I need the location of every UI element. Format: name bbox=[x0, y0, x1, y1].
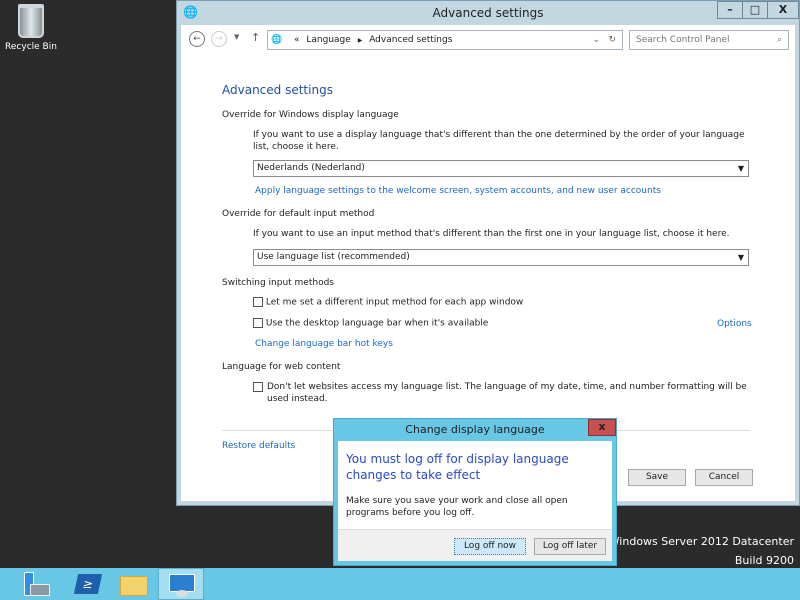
server-manager-icon[interactable] bbox=[14, 568, 60, 600]
checkbox[interactable] bbox=[253, 318, 263, 328]
select-value: Use language list (recommended) bbox=[257, 252, 410, 262]
recycle-bin-label: Recycle Bin bbox=[5, 42, 57, 52]
save-button[interactable]: Save bbox=[628, 469, 686, 486]
dialog-title: Change display language bbox=[405, 423, 545, 436]
log-off-now-button[interactable]: Log off now bbox=[454, 538, 526, 555]
input-method-desc: If you want to use an input method that'… bbox=[253, 229, 730, 239]
change-display-language-dialog: Change display language x You must log o… bbox=[333, 418, 617, 566]
dialog-close-button[interactable]: x bbox=[588, 419, 616, 436]
cancel-button[interactable]: Cancel bbox=[695, 469, 753, 486]
desktop-language-bar-option[interactable]: Use the desktop language bar when it's a… bbox=[253, 318, 488, 329]
minimize-button[interactable]: – bbox=[717, 1, 743, 19]
hot-keys-link[interactable]: Change language bar hot keys bbox=[255, 339, 393, 349]
window-title: Advanced settings bbox=[432, 6, 544, 20]
display-language-desc: If you want to use a display language th… bbox=[253, 130, 745, 152]
restore-defaults-link[interactable]: Restore defaults bbox=[222, 441, 295, 451]
search-placeholder: Search Control Panel bbox=[636, 35, 730, 45]
maximize-button[interactable]: □ bbox=[742, 1, 768, 19]
web-content-option[interactable]: Don't let websites access my language li… bbox=[253, 381, 753, 405]
refresh-icon[interactable]: ↻ bbox=[608, 31, 616, 49]
per-app-input-option[interactable]: Let me set a different input method for … bbox=[253, 297, 523, 308]
taskbar: ≥ bbox=[0, 568, 800, 600]
chevron-down-icon: ▼ bbox=[737, 164, 744, 173]
forward-button[interactable]: → bbox=[211, 31, 227, 47]
apply-welcome-screen-link[interactable]: Apply language settings to the welcome s… bbox=[255, 186, 661, 196]
checkbox[interactable] bbox=[253, 297, 263, 307]
recycle-bin-icon bbox=[18, 4, 44, 38]
page-title: Advanced settings bbox=[222, 83, 333, 97]
address-dropdown-icon[interactable]: ⌄ bbox=[592, 31, 600, 49]
option-label: Use the desktop language bar when it's a… bbox=[265, 318, 489, 329]
address-bar[interactable]: 🌐 « Language ▶ Advanced settings ⌄ ↻ bbox=[267, 30, 623, 50]
dialog-body: You must log off for display language ch… bbox=[338, 441, 612, 561]
options-link[interactable]: Options bbox=[717, 319, 752, 329]
option-label: Don't let websites access my language li… bbox=[267, 382, 747, 404]
dialog-heading: You must log off for display language ch… bbox=[346, 452, 569, 482]
input-method-heading: Override for default input method bbox=[222, 209, 375, 219]
globe-icon: 🌐 bbox=[271, 35, 283, 45]
breadcrumb-language[interactable]: Language bbox=[306, 35, 350, 45]
display-language-select[interactable]: Nederlands (Nederland) ▼ bbox=[253, 160, 749, 177]
breadcrumb-advanced[interactable]: Advanced settings bbox=[369, 35, 452, 45]
chevron-down-icon: ▼ bbox=[737, 253, 744, 262]
log-off-later-button[interactable]: Log off later bbox=[534, 538, 606, 555]
file-explorer-icon[interactable] bbox=[112, 568, 158, 600]
web-content-heading: Language for web content bbox=[222, 362, 341, 372]
watermark-build: Build 9200 bbox=[734, 554, 794, 567]
recycle-bin[interactable]: Recycle Bin bbox=[4, 4, 58, 52]
display-language-heading: Override for Windows display language bbox=[222, 110, 399, 120]
switching-heading: Switching input methods bbox=[222, 278, 334, 288]
checkbox[interactable] bbox=[253, 382, 263, 392]
up-button[interactable]: ↑ bbox=[251, 31, 260, 44]
input-method-select[interactable]: Use language list (recommended) ▼ bbox=[253, 249, 749, 266]
back-button[interactable]: ← bbox=[189, 31, 205, 47]
close-button[interactable]: X bbox=[767, 1, 799, 19]
dialog-footer: Log off now Log off later bbox=[338, 529, 612, 561]
dialog-message: Make sure you save your work and close a… bbox=[346, 496, 568, 518]
select-value: Nederlands (Nederland) bbox=[257, 163, 365, 173]
recent-dropdown-icon[interactable]: ▼ bbox=[234, 33, 239, 41]
search-icon: ⌕ bbox=[776, 35, 782, 45]
option-label: Let me set a different input method for … bbox=[265, 297, 524, 308]
watermark-edition: Windows Server 2012 Datacenter bbox=[608, 535, 794, 548]
search-input[interactable]: Search Control Panel ⌕ bbox=[629, 30, 789, 50]
control-panel-icon[interactable] bbox=[158, 568, 204, 600]
powershell-icon[interactable]: ≥ bbox=[66, 568, 112, 600]
breadcrumb-overflow[interactable]: « bbox=[294, 35, 300, 45]
